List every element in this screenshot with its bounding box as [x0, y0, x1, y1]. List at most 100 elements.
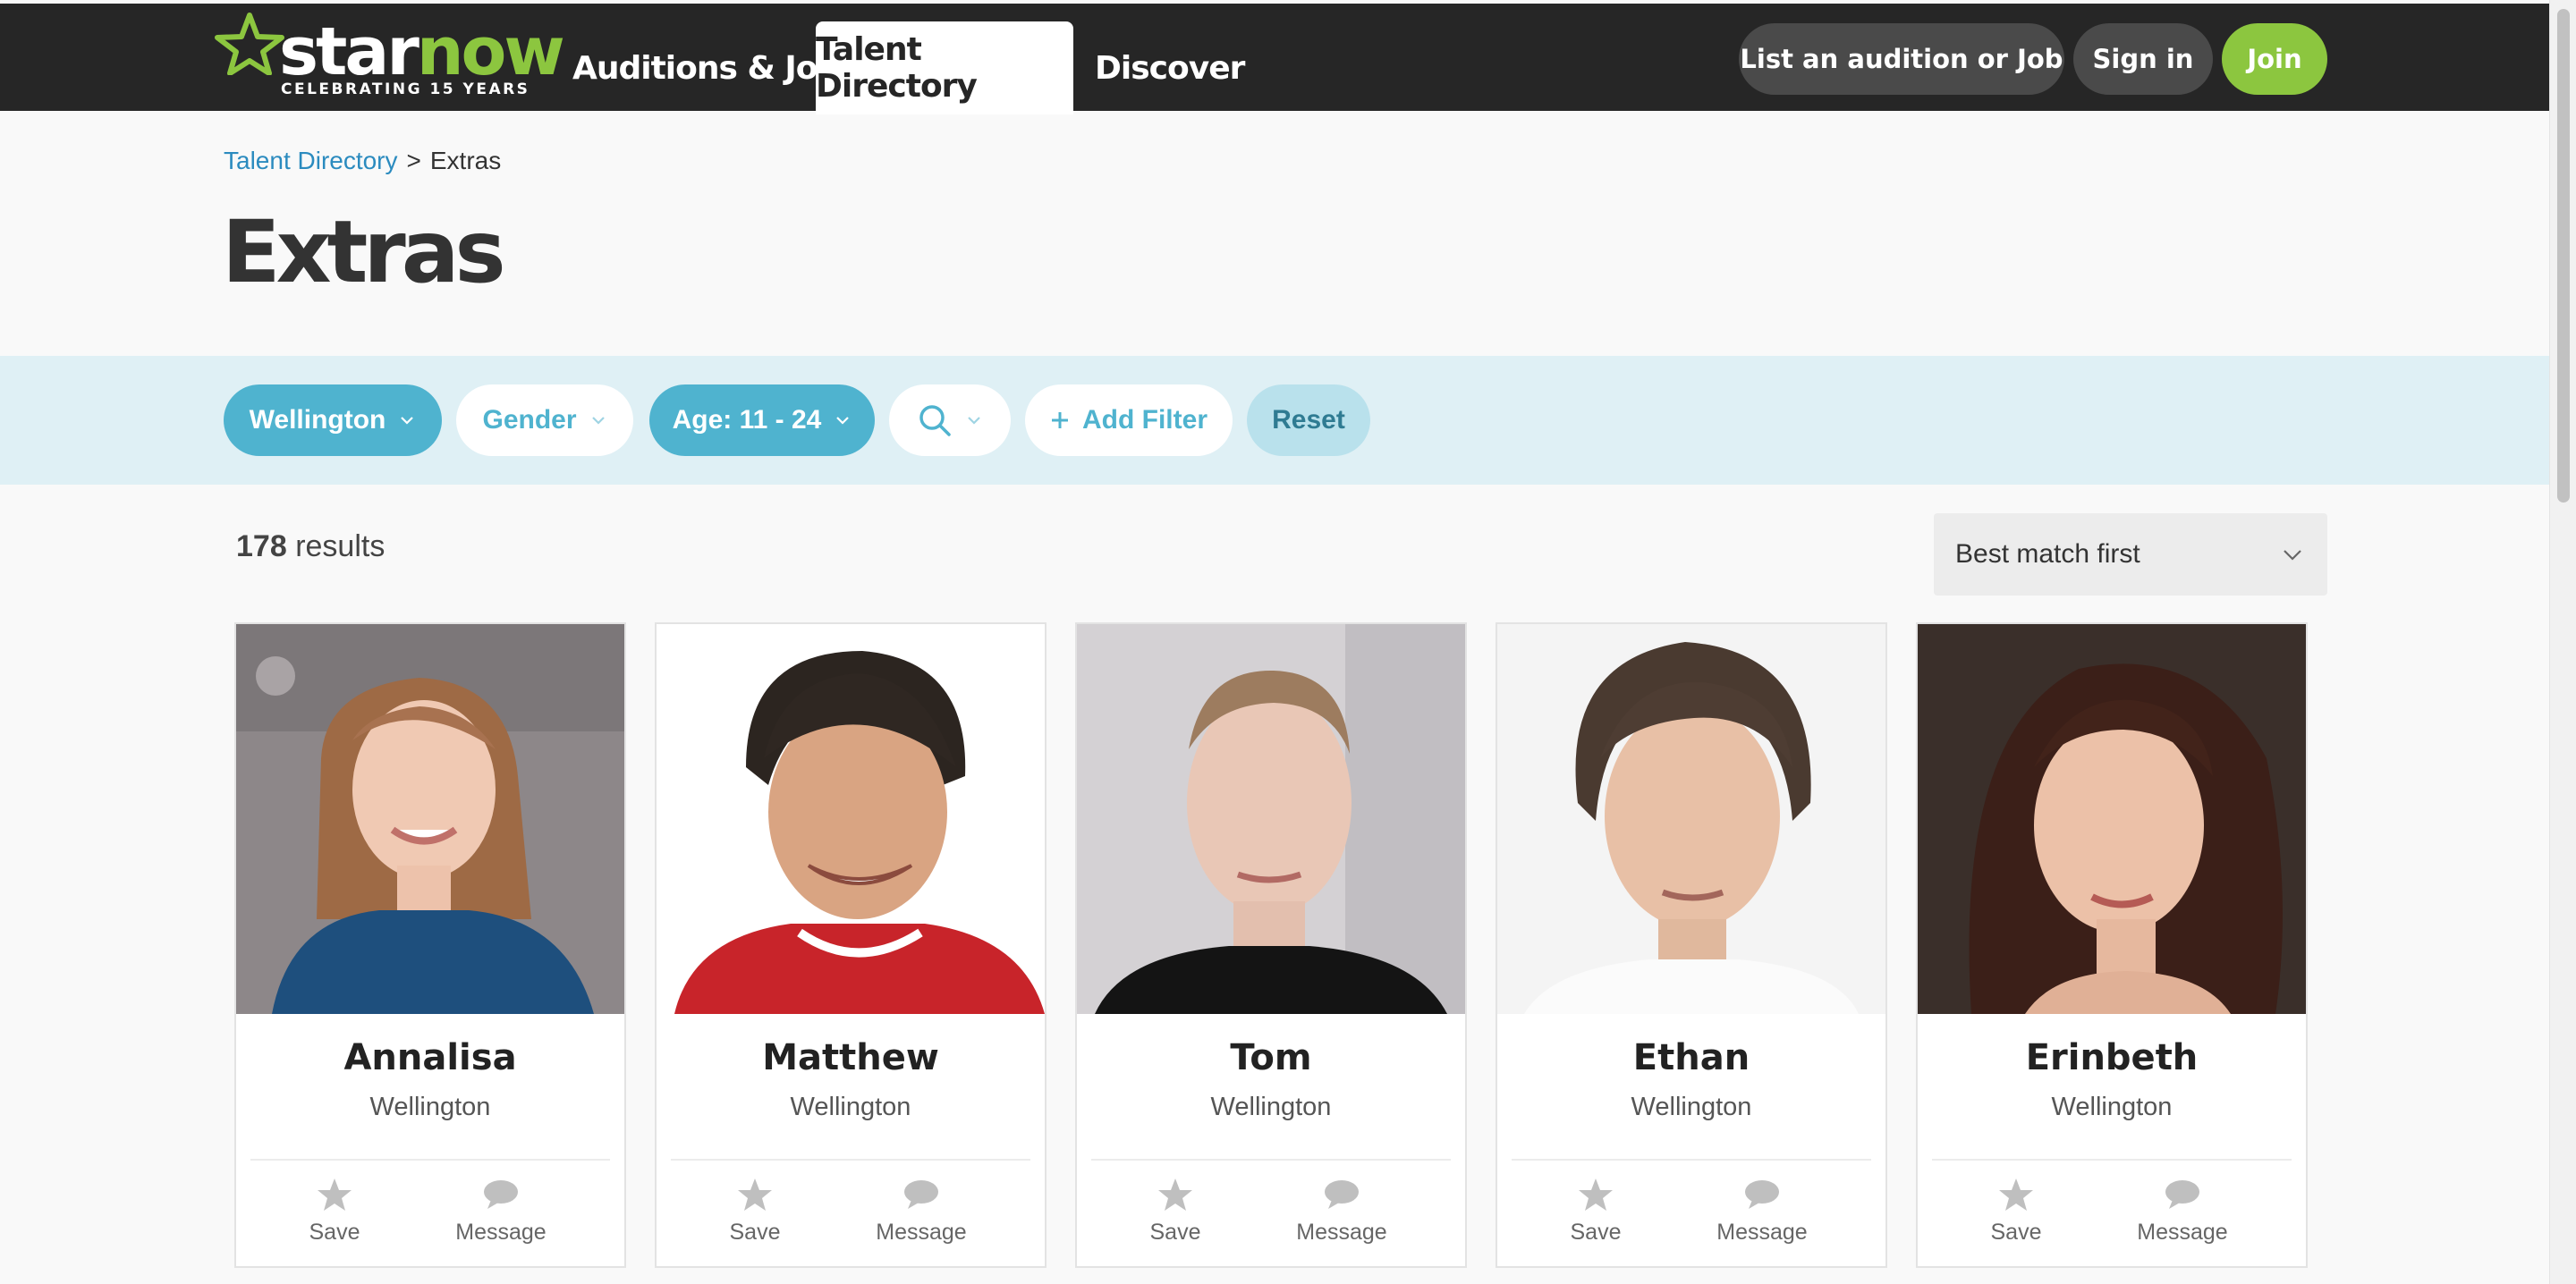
- chevron-down-icon: [401, 417, 414, 425]
- plus-icon: [1052, 412, 1068, 428]
- save-label: Save: [1149, 1220, 1201, 1245]
- talent-name[interactable]: Erinbeth: [1918, 1037, 2306, 1078]
- profile-photo[interactable]: [236, 624, 624, 1014]
- card-divider: [671, 1159, 1030, 1161]
- nav-discover[interactable]: Discover: [1073, 21, 1266, 114]
- card-divider: [250, 1159, 610, 1161]
- page-scrollbar[interactable]: [2549, 0, 2576, 1284]
- talent-location: Wellington: [1631, 1093, 1752, 1121]
- profile-photo[interactable]: [657, 624, 1045, 1014]
- card-divider: [1512, 1159, 1871, 1161]
- age-filter-label: Age: 11 - 24: [672, 405, 822, 435]
- portrait-image: [1918, 624, 2306, 1014]
- talent-card[interactable]: Ethan Wellington Save Message: [1496, 622, 1887, 1268]
- breadcrumb-separator: >: [406, 147, 421, 174]
- sign-in-button[interactable]: Sign in: [2073, 23, 2213, 95]
- chevron-down-icon: [2284, 550, 2301, 561]
- filter-bar: Wellington Gender Age: 11 - 24 Add Filte…: [0, 356, 2549, 485]
- card-divider: [1932, 1159, 2292, 1161]
- speech-bubble-icon: [904, 1180, 938, 1209]
- reset-filters-button[interactable]: Reset: [1247, 384, 1370, 456]
- message-label: Message: [455, 1220, 547, 1245]
- breadcrumb: Talent Directory > Extras: [224, 147, 501, 175]
- star-icon: [738, 1178, 772, 1211]
- join-button[interactable]: Join: [2222, 23, 2327, 95]
- location-filter-chip[interactable]: Wellington: [224, 384, 442, 456]
- star-icon: [1999, 1178, 2033, 1211]
- location-filter-label: Wellington: [249, 405, 386, 435]
- save-label: Save: [1990, 1220, 2042, 1245]
- talent-card[interactable]: Annalisa Wellington Save Message: [234, 622, 626, 1268]
- save-label: Save: [309, 1220, 360, 1245]
- talent-card[interactable]: Erinbeth Wellington Save Message: [1916, 622, 2308, 1268]
- logo-wordmark: starnow: [279, 13, 565, 90]
- results-label: results: [295, 529, 386, 563]
- message-button[interactable]: Message: [2120, 1177, 2245, 1246]
- gender-filter-chip[interactable]: Gender: [456, 384, 633, 456]
- talent-location: Wellington: [790, 1093, 911, 1121]
- portrait-image: [236, 624, 624, 1014]
- message-label: Message: [2137, 1220, 2228, 1245]
- list-audition-button[interactable]: List an audition or Job: [1739, 23, 2064, 95]
- save-button[interactable]: Save: [1113, 1177, 1238, 1246]
- save-button[interactable]: Save: [692, 1177, 818, 1246]
- star-logo-icon: [215, 13, 284, 75]
- talent-location: Wellington: [1210, 1093, 1332, 1121]
- search-filter-chip[interactable]: [889, 384, 1011, 456]
- speech-bubble-icon: [1325, 1180, 1359, 1209]
- portrait-image: [657, 624, 1045, 1014]
- speech-bubble-icon: [1745, 1180, 1779, 1209]
- chevron-down-icon: [836, 417, 850, 425]
- profile-photo[interactable]: [1077, 624, 1465, 1014]
- message-label: Message: [1716, 1220, 1808, 1245]
- message-button[interactable]: Message: [1279, 1177, 1404, 1246]
- add-filter-button[interactable]: Add Filter: [1025, 384, 1233, 456]
- talent-name[interactable]: Tom: [1077, 1037, 1465, 1078]
- results-count: 178 results: [236, 529, 385, 564]
- sort-selected-value: Best match first: [1955, 539, 2140, 569]
- talent-name[interactable]: Ethan: [1497, 1037, 1885, 1078]
- top-navigation-bar: starnow CELEBRATING 15 YEARS Auditions &…: [0, 0, 2549, 114]
- talent-location: Wellington: [2051, 1093, 2173, 1121]
- message-button[interactable]: Message: [859, 1177, 984, 1246]
- talent-name[interactable]: Matthew: [657, 1037, 1045, 1078]
- talent-card-grid: Annalisa Wellington Save Message Matthew: [234, 622, 2308, 1268]
- breadcrumb-talent-directory-link[interactable]: Talent Directory: [224, 147, 398, 175]
- save-button[interactable]: Save: [272, 1177, 397, 1246]
- star-icon: [1158, 1178, 1192, 1211]
- search-icon: [919, 405, 951, 436]
- star-icon: [1579, 1178, 1613, 1211]
- speech-bubble-icon: [2165, 1180, 2199, 1209]
- message-label: Message: [876, 1220, 967, 1245]
- portrait-image: [1497, 624, 1885, 1014]
- star-icon: [318, 1178, 352, 1211]
- save-button[interactable]: Save: [1953, 1177, 2079, 1246]
- starnow-logo[interactable]: starnow CELEBRATING 15 YEARS: [215, 13, 565, 102]
- message-button[interactable]: Message: [438, 1177, 564, 1246]
- gender-filter-label: Gender: [482, 405, 577, 435]
- portrait-image: [1077, 624, 1465, 1014]
- logo-tagline: CELEBRATING 15 YEARS: [281, 80, 530, 98]
- save-button[interactable]: Save: [1533, 1177, 1658, 1246]
- card-divider: [1091, 1159, 1451, 1161]
- scrollbar-thumb[interactable]: [2557, 9, 2570, 503]
- talent-location: Wellington: [369, 1093, 491, 1121]
- speech-bubble-icon: [484, 1180, 518, 1209]
- breadcrumb-current: Extras: [429, 147, 502, 174]
- profile-photo[interactable]: [1497, 624, 1885, 1014]
- message-label: Message: [1296, 1220, 1387, 1245]
- page-title: Extras: [222, 202, 506, 302]
- talent-name[interactable]: Annalisa: [236, 1037, 624, 1078]
- sort-dropdown[interactable]: Best match first: [1934, 513, 2327, 596]
- chevron-down-icon: [968, 417, 980, 425]
- save-label: Save: [1570, 1220, 1622, 1245]
- talent-card[interactable]: Tom Wellington Save Message: [1075, 622, 1467, 1268]
- add-filter-label: Add Filter: [1082, 405, 1208, 435]
- chevron-down-icon: [591, 417, 605, 425]
- profile-photo[interactable]: [1918, 624, 2306, 1014]
- age-filter-chip[interactable]: Age: 11 - 24: [649, 384, 875, 456]
- talent-card[interactable]: Matthew Wellington Save Message: [655, 622, 1046, 1268]
- message-button[interactable]: Message: [1699, 1177, 1825, 1246]
- save-label: Save: [729, 1220, 781, 1245]
- nav-talent-directory[interactable]: Talent Directory: [816, 21, 1073, 114]
